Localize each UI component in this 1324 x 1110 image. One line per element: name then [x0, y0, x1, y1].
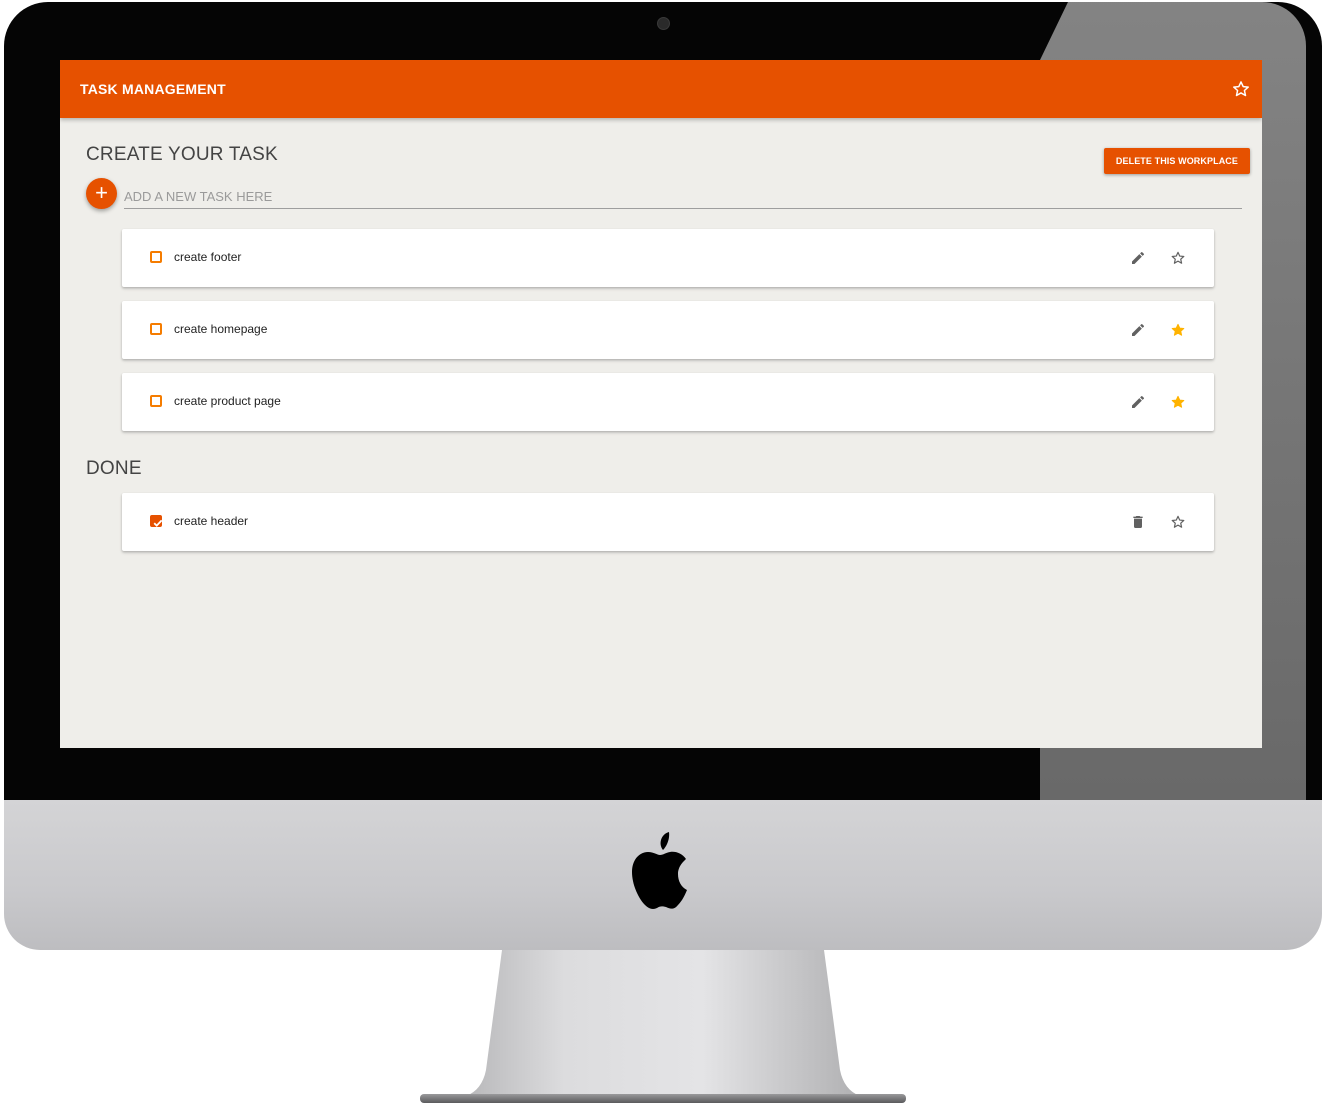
task-card: create footer	[122, 229, 1214, 287]
app-title: TASK MANAGEMENT	[80, 81, 226, 97]
task-checkbox[interactable]	[150, 323, 162, 335]
monitor-stand	[420, 950, 906, 1103]
app-bar: TASK MANAGEMENT	[60, 60, 1262, 118]
pencil-icon[interactable]	[1128, 248, 1148, 268]
create-section-title: CREATE YOUR TASK	[86, 144, 278, 165]
task-checkbox[interactable]	[150, 251, 162, 263]
done-section-title: DONE	[86, 458, 142, 479]
pencil-icon[interactable]	[1128, 320, 1148, 340]
task-card: create header	[122, 493, 1214, 551]
camera-icon	[657, 17, 670, 30]
task-checkbox-checked[interactable]	[150, 515, 163, 527]
task-label: create product page	[174, 394, 281, 408]
star-filled-icon[interactable]	[1168, 392, 1188, 412]
task-card: create homepage	[122, 301, 1214, 359]
task-label: create header	[174, 514, 249, 528]
star-outline-icon[interactable]	[1230, 78, 1252, 100]
star-outline-icon[interactable]	[1168, 248, 1188, 268]
pencil-icon[interactable]	[1128, 392, 1148, 412]
add-task-row: +	[86, 178, 1242, 210]
task-card: create product page	[122, 373, 1214, 431]
star-filled-icon[interactable]	[1168, 320, 1188, 340]
star-outline-icon[interactable]	[1168, 512, 1188, 532]
app-screen: TASK MANAGEMENT CREATE YOUR TASK DELETE …	[60, 60, 1262, 748]
task-label: create footer	[174, 250, 242, 264]
trash-icon[interactable]	[1128, 512, 1148, 532]
delete-workplace-button[interactable]: DELETE THIS WORKPLACE	[1103, 148, 1250, 174]
task-checkbox[interactable]	[150, 395, 162, 407]
new-task-input[interactable]	[124, 184, 1242, 209]
apple-logo-icon	[632, 832, 687, 909]
task-label: create homepage	[174, 322, 268, 336]
add-task-button[interactable]: +	[86, 178, 117, 209]
